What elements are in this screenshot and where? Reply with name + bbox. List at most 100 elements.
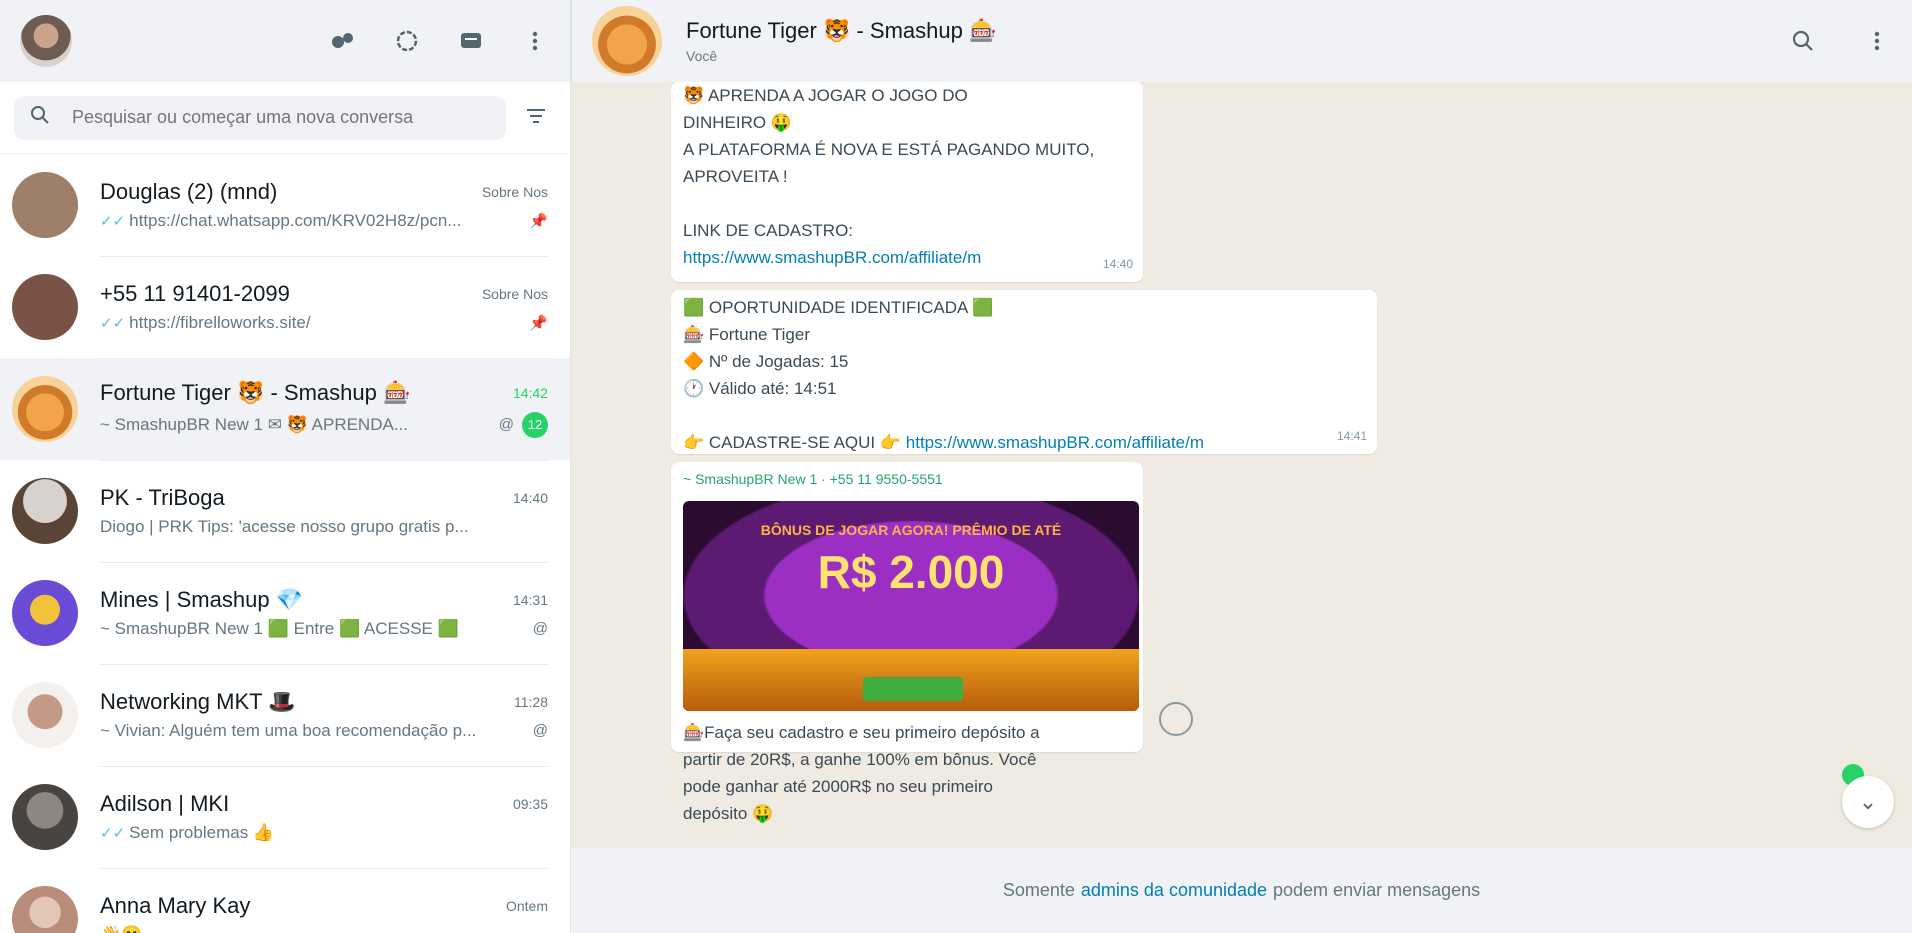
avatar	[12, 682, 78, 748]
group-subtitle: Você	[686, 48, 718, 64]
message-line: 🔶 Nº de Jogadas: 15	[683, 352, 849, 371]
message-bubble[interactable]: ~ SmashupBR New 1 · +55 11 9550-5551 BÔN…	[671, 462, 1143, 823]
message-line: 🟩 OPORTUNIDADE IDENTIFICADA 🟩	[683, 298, 994, 317]
mention-icon: @	[532, 620, 548, 637]
mention-icon: @	[532, 722, 548, 739]
chat-item[interactable]: Anna Mary Kay Ontem 👋😊	[0, 868, 570, 933]
chat-name: Mines | Smashup 💎	[100, 586, 304, 612]
communities-icon[interactable]	[328, 26, 358, 56]
promo-button	[863, 677, 963, 701]
chat-item[interactable]: Networking MKT 🎩 11:28 ~ Vivian: Alguém t…	[0, 664, 570, 767]
avatar	[12, 886, 78, 933]
unread-badge: 12	[522, 411, 548, 438]
chat-list: Douglas (2) (mnd) Sobre Nos ✓✓ https://cha…	[0, 154, 570, 933]
read-only-footer: Somente admins da comunidade podem envia…	[571, 848, 1912, 933]
whatsapp-app: Douglas (2) (mnd)Sobre Nos ✓✓https://cha…	[0, 0, 1912, 933]
my-avatar[interactable]	[20, 15, 72, 67]
avatar	[12, 376, 78, 442]
menu-icon[interactable]	[520, 26, 550, 56]
message-line	[683, 190, 1131, 217]
chat-time: Sobre Nos	[481, 183, 548, 200]
filter-icon[interactable]	[516, 105, 556, 131]
chat-item[interactable]: Douglas (2) (mnd) Sobre Nos ✓✓ https://cha…	[0, 154, 570, 257]
chat-item[interactable]: Adilson | MKI 09:35 ✓✓ Sem problemas 👍	[0, 766, 570, 869]
avatar	[12, 274, 78, 340]
message-line: 🐯 APRENDA A JOGAR O JOGO DO	[683, 86, 968, 105]
message-line: LINK DE CADASTRO:	[683, 221, 854, 240]
forward-icon[interactable]	[1159, 702, 1193, 736]
search-box	[14, 95, 506, 140]
chat-preview: ~ Vivian: Alguém tem uma boa recomendaçã…	[100, 720, 477, 740]
avatar	[12, 784, 78, 850]
chat-time: 11:28	[514, 693, 548, 710]
message-link[interactable]: https://www.smashupBR.com/affiliate/m	[906, 433, 1204, 452]
messages-area[interactable]: 🐯 APRENDA A JOGAR O JOGO DO DINHEIRO 🤑 A…	[571, 82, 1912, 848]
message-line: APROVEITA !	[683, 167, 788, 186]
message-line: partir de 20R$, a ganhe 100% em bônus. V…	[683, 750, 1037, 769]
chat-item-active[interactable]: Fortune Tiger 🐯 - Smashup 🎰 14:42 ~ Smash…	[0, 358, 570, 461]
chat-time: 14:40	[512, 489, 548, 506]
mention-icon: @	[498, 416, 514, 433]
promo-title: BÔNUS DE JOGAR AGORA! PRÊMIO DE ATÉ	[760, 522, 1062, 538]
admins-link[interactable]: admins da comunidade	[1081, 880, 1267, 901]
chat-pane: Fortune Tiger 🐯 - Smashup 🎰 Você 🐯 APREN…	[571, 0, 1912, 933]
menu-icon[interactable]	[1862, 26, 1892, 56]
group-avatar[interactable]	[592, 6, 662, 76]
search-icon[interactable]	[1788, 26, 1818, 56]
chat-preview: ~ SmashupBR New 1 ✉ 🐯 APRENDA...	[100, 414, 408, 434]
sidebar-header	[0, 0, 570, 82]
footer-prefix: Somente	[1002, 880, 1075, 900]
search-icon	[30, 105, 50, 130]
double-check-icon: ✓✓	[100, 824, 126, 842]
chat-header[interactable]: Fortune Tiger 🐯 - Smashup 🎰 Você	[571, 0, 1912, 82]
message-time: 14:41	[1336, 429, 1367, 443]
chat-preview: https://chat.whatsapp.com/KRV02H8z/pcn..…	[129, 210, 462, 230]
message-bubble[interactable]: 🐯 APRENDA A JOGAR O JOGO DO DINHEIRO 🤑 A…	[671, 82, 1143, 282]
double-check-icon: ✓✓	[100, 314, 126, 332]
chat-time: Sobre Nos	[481, 285, 548, 302]
sender-name[interactable]: ~ SmashupBR New 1 · +55 11 9550-5551	[683, 466, 1131, 493]
message-time: 14:40	[1102, 257, 1133, 271]
promo-image[interactable]: BÔNUS DE JOGAR AGORA! PRÊMIO DE ATÉ R$ 2…	[683, 501, 1139, 711]
chat-time: 14:31	[512, 591, 548, 608]
chat-item[interactable]: +55 11 91401-2099 Sobre Nos ✓✓ https://fib…	[0, 256, 570, 359]
message-line: 🕐 Válido até: 14:51	[683, 379, 837, 398]
sidebar: Douglas (2) (mnd)Sobre Nos ✓✓https://cha…	[0, 0, 571, 933]
avatar	[12, 172, 78, 238]
chat-preview: Diogo | PRK Tips: 'acesse nosso grupo gr…	[100, 516, 469, 536]
double-check-icon: ✓✓	[100, 212, 126, 230]
chat-item[interactable]: PK - TriBoga 14:40 Diogo | PRK Tips: 'ace…	[0, 460, 570, 563]
pin-icon: 📌	[529, 314, 548, 332]
chat-time: 14:42	[512, 384, 548, 401]
message-line	[683, 402, 1365, 429]
chat-preview: https://fibrelloworks.site/	[129, 312, 311, 332]
avatar	[12, 580, 78, 646]
message-line: DINHEIRO 🤑	[683, 113, 793, 132]
message-link[interactable]: https://www.smashupBR.com/affiliate/m	[683, 244, 1131, 271]
chat-time: Ontem	[505, 897, 548, 914]
message-line: A PLATAFORMA É NOVA E ESTÁ PAGANDO MUITO…	[683, 140, 1095, 159]
message-bubble[interactable]: 🟩 OPORTUNIDADE IDENTIFICADA 🟩 🎰 Fortune …	[671, 290, 1377, 454]
message-line: 🎰 Fortune Tiger	[683, 325, 810, 344]
new-chat-icon[interactable]	[456, 26, 486, 56]
chat-name: PK - TriBoga	[100, 484, 225, 510]
message-line: pode ganhar até 2000R$ no seu primeiro	[683, 777, 993, 796]
footer-suffix: podem enviar mensagens	[1273, 880, 1481, 900]
chat-preview: ~ SmashupBR New 1 🟩 Entre 🟩 ACESSE 🟩	[100, 618, 459, 638]
pin-icon: 📌	[529, 212, 548, 230]
chat-name: Adilson | MKI	[100, 790, 230, 816]
message-line: 🎰Faça seu cadastro e seu primeiro depósi…	[683, 723, 1040, 742]
chevron-down-icon: ⌄	[1858, 789, 1878, 814]
promo-amount: R$ 2.000	[817, 546, 1005, 598]
chat-name: Fortune Tiger 🐯 - Smashup 🎰	[100, 379, 411, 405]
message-line: 👉 CADASTRE-SE AQUI 👉	[683, 433, 902, 452]
chat-item[interactable]: Mines | Smashup 💎 14:31 ~ SmashupBR New 1…	[0, 562, 570, 665]
chat-preview: 👋😊	[100, 925, 548, 933]
group-info[interactable]: Fortune Tiger 🐯 - Smashup 🎰 Você	[686, 18, 996, 64]
chat-name: Douglas (2) (mnd)	[100, 178, 278, 204]
scroll-down-button[interactable]: ⌄	[1842, 776, 1894, 828]
chat-name: Networking MKT 🎩	[100, 688, 296, 714]
chat-time: 09:35	[512, 795, 548, 812]
search-input[interactable]	[70, 106, 490, 129]
status-icon[interactable]	[392, 26, 422, 56]
